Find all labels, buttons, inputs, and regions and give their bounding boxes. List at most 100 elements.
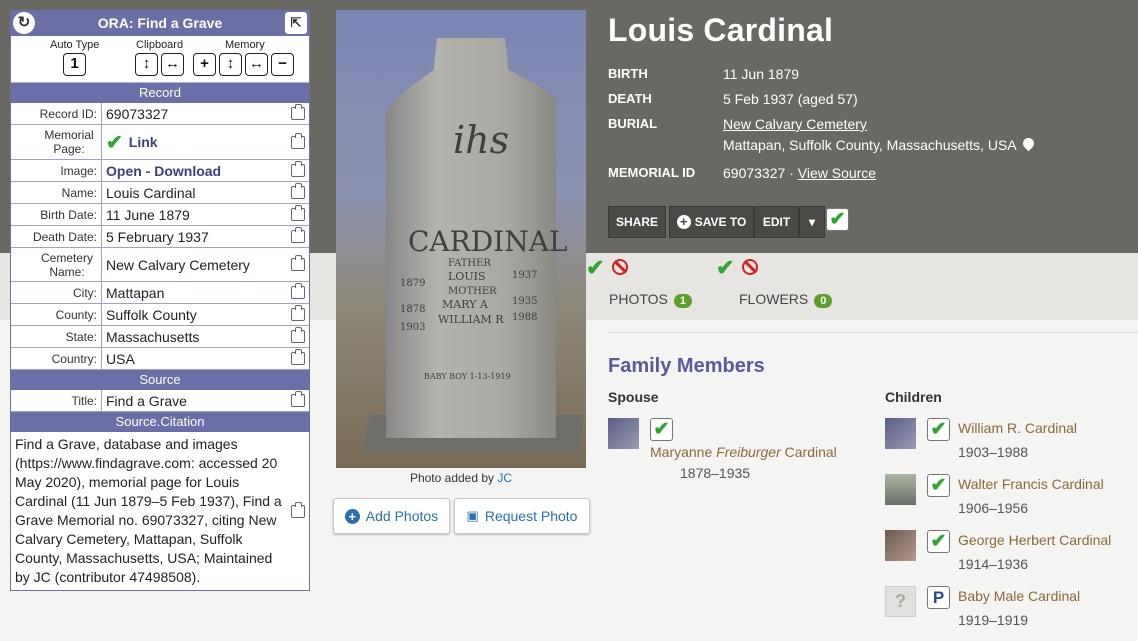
clipboard-icon: [291, 255, 305, 271]
ora-toolbar: Auto Type 1 Clipboard ↕ ↔ Memory + ↕ ↔ −: [11, 36, 309, 83]
stone-surname: CARDINAL: [408, 225, 568, 258]
spouse-link[interactable]: Maryanne Freiburger Cardinal: [650, 444, 837, 460]
citation-row: Find a Grave, database and images (https…: [11, 432, 309, 590]
camera-icon: ▣: [466, 508, 479, 523]
photos-count-badge: 1: [673, 294, 692, 308]
check-icon[interactable]: ✔: [716, 257, 734, 279]
view-source-link[interactable]: View Source: [798, 165, 876, 181]
stone-year: 1878: [400, 304, 426, 315]
field-value: Mattapan: [106, 284, 165, 301]
child-link[interactable]: George Herbert Cardinal: [958, 532, 1111, 548]
copy-button[interactable]: [287, 125, 309, 159]
clipboard-vertical-button[interactable]: ↕: [135, 53, 158, 76]
child-thumbnail[interactable]: [885, 530, 916, 561]
headstone-photo[interactable]: ihs CARDINAL FATHER LOUIS MOTHER MARY A …: [336, 10, 586, 468]
child-dates: 1919–1919: [958, 612, 1029, 628]
share-button[interactable]: SHARE: [608, 206, 666, 238]
stone-year: 1903: [400, 322, 426, 333]
plus-circle-icon: +: [676, 215, 691, 229]
refresh-icon[interactable]: ↻: [13, 12, 35, 34]
copy-button[interactable]: [287, 160, 309, 181]
request-photo-button[interactable]: ▣ Request Photo: [454, 498, 590, 534]
field-label: Name:: [11, 182, 102, 203]
copy-button[interactable]: [287, 182, 309, 203]
field-row: Birth Date: 11 June 1879: [11, 204, 309, 226]
child-link[interactable]: Walter Francis Cardinal: [958, 476, 1104, 492]
photo-caption: Photo added by JC: [336, 471, 586, 485]
tab-flowers[interactable]: FLOWERS 0: [739, 291, 833, 308]
edit-dropdown-button[interactable]: ▾: [799, 206, 825, 238]
field-label: Image:: [11, 160, 102, 181]
divider: [608, 332, 1138, 333]
check-icon[interactable]: ✔: [650, 418, 673, 441]
spouse-label: Spouse: [608, 389, 659, 405]
check-icon[interactable]: ✔: [927, 418, 950, 441]
clipboard-icon: [291, 183, 305, 199]
add-photos-button[interactable]: + Add Photos: [333, 498, 450, 534]
field-value: Louis Cardinal: [106, 184, 196, 201]
field-value: Open - Download: [102, 160, 287, 181]
memorial-id: 69073327 · View Source: [723, 165, 876, 181]
photo-author-link[interactable]: JC: [497, 471, 512, 485]
memory-horizontal-button[interactable]: ↔: [245, 53, 268, 76]
clipboard-icon: [291, 161, 305, 177]
placeholder-headstone-icon[interactable]: ?: [885, 586, 916, 617]
memorial-id-value: 69073327: [723, 165, 786, 181]
prohibited-icon[interactable]: [742, 259, 758, 275]
save-to-button[interactable]: + SAVE TO: [669, 206, 754, 238]
edit-label: EDIT: [762, 215, 791, 229]
copy-button[interactable]: [287, 304, 309, 325]
field-label: County:: [11, 304, 102, 325]
copy-button[interactable]: [287, 248, 309, 281]
field-label: Memorial Page:: [11, 125, 102, 159]
stone-baby: BABY BOY 1-13-1919: [424, 372, 511, 381]
memory-vertical-button[interactable]: ↕: [219, 53, 242, 76]
clipboard-horizontal-button[interactable]: ↔: [161, 53, 184, 76]
prohibited-icon[interactable]: [612, 259, 628, 275]
child-link[interactable]: William R. Cardinal: [958, 420, 1077, 436]
clipboard-icon: [291, 283, 305, 299]
cemetery-link[interactable]: New Calvary Cemetery: [723, 116, 867, 132]
clipboard-icon: [291, 501, 305, 518]
copy-button[interactable]: [287, 390, 309, 411]
auto-type-button[interactable]: 1: [63, 53, 86, 76]
check-icon[interactable]: ✔: [927, 474, 950, 497]
child-link[interactable]: Baby Male Cardinal: [958, 588, 1080, 604]
field-value: Find a Grave: [106, 392, 187, 409]
memorial-link[interactable]: Link: [129, 134, 158, 150]
memory-remove-button[interactable]: −: [271, 53, 294, 76]
memory-add-button[interactable]: +: [193, 53, 216, 76]
stone-louis: LOUIS: [448, 270, 486, 283]
child-thumbnail[interactable]: [885, 474, 916, 505]
death-label: DEATH: [608, 91, 652, 106]
field-label: City:: [11, 282, 102, 303]
share-label: SHARE: [615, 215, 658, 229]
copy-button[interactable]: [287, 282, 309, 303]
spouse-thumbnail[interactable]: [608, 418, 639, 449]
birth-value: 11 Jun 1879: [723, 66, 800, 82]
copy-button[interactable]: [287, 326, 309, 347]
copy-button[interactable]: [287, 204, 309, 225]
check-icon[interactable]: ✔: [927, 530, 950, 553]
birth-label: BIRTH: [608, 66, 648, 81]
copy-button[interactable]: [287, 226, 309, 247]
copy-button[interactable]: [287, 432, 309, 590]
child-thumbnail[interactable]: [885, 418, 916, 449]
copy-button[interactable]: [287, 348, 309, 369]
check-icon[interactable]: ✔: [826, 208, 849, 231]
p-icon[interactable]: P: [927, 586, 950, 609]
auto-type-label: Auto Type: [50, 39, 100, 51]
tab-photos[interactable]: PHOTOS 1: [609, 291, 692, 308]
burial-label: BURIAL: [608, 116, 658, 131]
copy-button[interactable]: [287, 103, 309, 124]
child-dates: 1914–1936: [958, 556, 1029, 572]
check-icon[interactable]: ✔: [586, 257, 604, 279]
field-row: County: Suffolk County: [11, 304, 309, 326]
expand-icon[interactable]: ⇱: [285, 12, 307, 34]
ora-header: ↻ ORA: Find a Grave ⇱: [11, 11, 309, 36]
clipboard-icon: [291, 327, 305, 343]
field-row: Death Date: 5 February 1937: [11, 226, 309, 248]
image-link[interactable]: Open - Download: [106, 163, 221, 179]
map-pin-icon[interactable]: [1020, 135, 1036, 152]
edit-button[interactable]: EDIT: [754, 206, 799, 238]
